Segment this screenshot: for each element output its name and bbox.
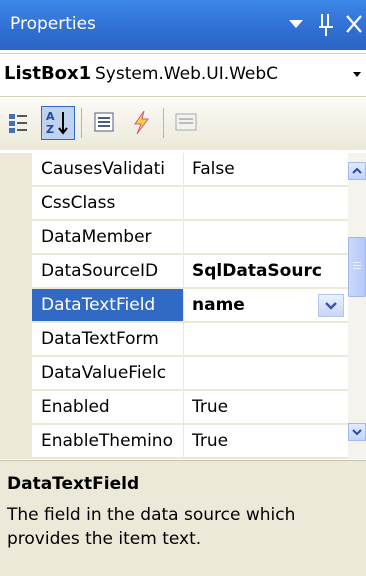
property-row[interactable]: DataMember: [0, 221, 348, 255]
toolbar-separator: [163, 108, 164, 138]
properties-toolbar: A Z: [0, 98, 366, 150]
svg-text:Z: Z: [46, 123, 54, 136]
properties-button[interactable]: [88, 106, 122, 140]
categorized-icon: [9, 114, 27, 133]
window-menu-button[interactable]: [287, 10, 305, 47]
description-text: The field in the data source which provi…: [7, 505, 296, 549]
property-pages-icon: [175, 113, 197, 131]
property-name: Enabled: [32, 391, 184, 424]
pushpin-icon: [319, 14, 333, 36]
row-gutter: [0, 289, 32, 323]
row-gutter: [0, 357, 32, 391]
property-grid: CausesValidati False CssClass DataMember…: [0, 153, 366, 459]
property-name: DataTextField: [32, 289, 184, 322]
title-bar: Properties: [0, 0, 366, 50]
svg-text:A: A: [46, 110, 55, 123]
chevron-down-icon: [353, 72, 361, 77]
property-value[interactable]: False: [184, 153, 348, 186]
description-title: DataTextField: [7, 474, 140, 494]
property-row-selected[interactable]: DataTextField name: [0, 289, 348, 323]
row-gutter: [0, 221, 32, 255]
row-gutter: [0, 153, 32, 187]
property-value[interactable]: [184, 323, 348, 356]
dropdown-arrow-icon: [289, 20, 303, 28]
property-row[interactable]: DataSourceID SqlDataSourc: [0, 255, 348, 289]
property-name: CssClass: [32, 187, 184, 220]
chevron-down-icon: [325, 302, 337, 310]
object-type: System.Web.UI.WebC: [95, 64, 279, 84]
window-title: Properties: [10, 14, 96, 34]
events-button[interactable]: [125, 106, 159, 140]
property-pages-button[interactable]: [170, 106, 204, 140]
categorized-button[interactable]: [4, 106, 38, 140]
alphabetical-button[interactable]: A Z: [41, 106, 75, 140]
row-gutter: [0, 425, 32, 459]
row-gutter: [0, 255, 32, 289]
property-value[interactable]: [184, 357, 348, 390]
property-value[interactable]: name: [192, 295, 245, 315]
scroll-down-button[interactable]: [348, 423, 366, 441]
property-name: DataTextForm: [32, 323, 184, 356]
property-value[interactable]: [184, 221, 348, 254]
property-row[interactable]: CssClass: [0, 187, 348, 221]
value-dropdown-button[interactable]: [318, 294, 344, 317]
properties-icon: [94, 112, 114, 132]
scroll-up-button[interactable]: [348, 162, 366, 180]
property-name: DataValueFielc: [32, 357, 184, 390]
close-button[interactable]: [344, 9, 364, 47]
grip-icon: [353, 262, 361, 269]
toolbar-separator: [81, 108, 82, 138]
property-name: CausesValidati: [32, 153, 184, 186]
chevron-down-icon: [352, 429, 362, 436]
close-icon: [346, 15, 362, 33]
row-gutter: [0, 187, 32, 221]
property-name: DataMember: [32, 221, 184, 254]
property-name: EnableThemino: [32, 425, 184, 458]
property-value-editor[interactable]: name: [184, 289, 348, 322]
object-name: ListBox1: [4, 63, 92, 84]
chevron-up-icon: [352, 167, 362, 174]
property-row[interactable]: Enabled True: [0, 391, 348, 425]
property-name: DataSourceID: [32, 255, 184, 288]
scroll-thumb[interactable]: [348, 237, 366, 297]
pin-button[interactable]: [316, 9, 336, 47]
row-gutter: [0, 391, 32, 425]
property-row[interactable]: DataValueFielc: [0, 357, 348, 391]
object-selector[interactable]: ListBox1 System.Web.UI.WebC: [0, 53, 366, 97]
property-value[interactable]: SqlDataSourc: [184, 255, 348, 288]
vertical-scrollbar[interactable]: [348, 153, 366, 459]
description-panel: DataTextField The field in the data sour…: [0, 460, 366, 576]
property-row[interactable]: EnableThemino True: [0, 425, 348, 459]
property-value[interactable]: [184, 187, 348, 220]
property-row[interactable]: DataTextForm: [0, 323, 348, 357]
object-selector-dropdown[interactable]: [351, 68, 363, 84]
lightning-icon: [134, 110, 149, 135]
property-row[interactable]: CausesValidati False: [0, 153, 348, 187]
row-gutter: [0, 323, 32, 357]
property-value[interactable]: True: [184, 391, 348, 424]
sort-az-icon: A Z: [46, 110, 68, 136]
property-value[interactable]: True: [184, 425, 348, 458]
